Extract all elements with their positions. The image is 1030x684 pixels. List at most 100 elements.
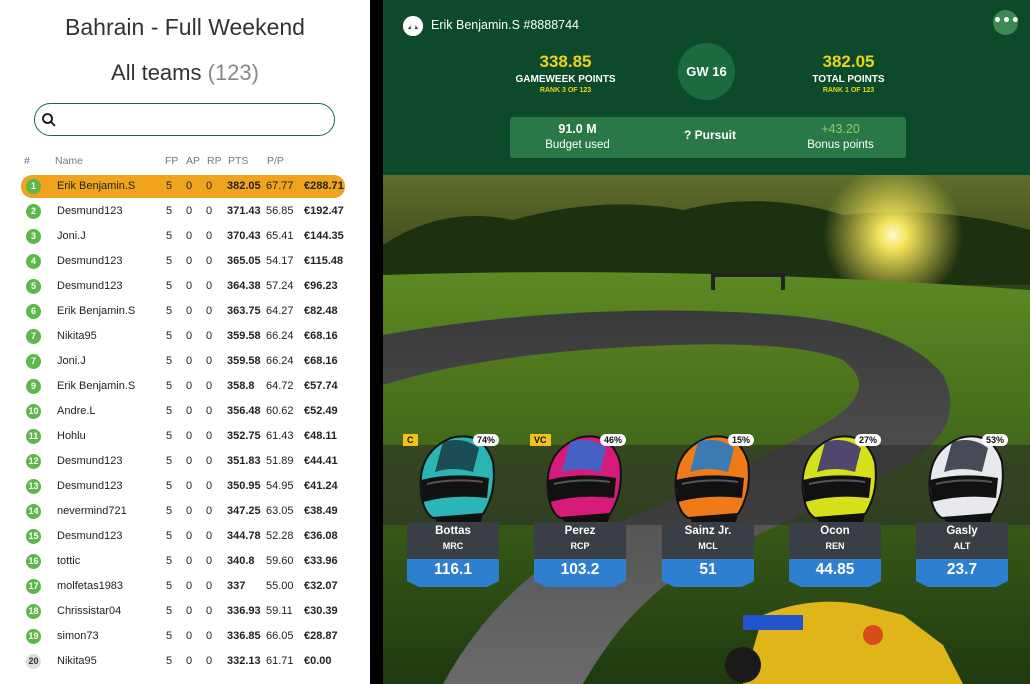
rp-value: 0 (206, 380, 213, 392)
col-pts: PTS (228, 155, 249, 167)
driver-team: RCP (570, 541, 590, 551)
table-row[interactable]: 3 Joni.J 5 0 0 370.43 65.41 €144.35 (21, 225, 345, 248)
table-row[interactable]: 5 Desmund123 5 0 0 364.38 57.24 €96.23 (21, 275, 345, 298)
pp-value: 59.60 (266, 555, 294, 567)
col-name: Name (55, 155, 84, 167)
table-row[interactable]: 17 molfetas1983 5 0 0 337 55.00 €32.07 (21, 575, 345, 598)
fp-value: 5 (166, 255, 173, 267)
points-value: 371.43 (227, 205, 261, 217)
points-value: 332.13 (227, 655, 261, 667)
points-value: 364.38 (227, 280, 261, 292)
page-title: Bahrain - Full Weekend (65, 14, 305, 40)
gameweek-rank: RANK 3 OF 123 (539, 87, 592, 94)
search-input[interactable] (34, 103, 335, 136)
rp-value: 0 (206, 530, 213, 542)
table-row[interactable]: 6 Erik Benjamin.S 5 0 0 363.75 64.27 €82.48 (21, 300, 345, 323)
table-row[interactable]: 10 Andre.L 5 0 0 356.48 60.62 €52.49 (21, 400, 345, 423)
total-rank: RANK 1 OF 123 (822, 87, 875, 94)
driver-card[interactable]: 74% C Bottas MRC 116.1 (403, 432, 499, 587)
table-row[interactable]: 13 Desmund123 5 0 0 350.95 54.95 €41.24 (21, 475, 345, 498)
prize-value: €82.48 (304, 305, 338, 317)
pp-value: 52.28 (266, 530, 294, 542)
ap-value: 0 (186, 380, 193, 392)
driver-card[interactable]: 27% Ocon REN 44.85 (789, 432, 881, 587)
pursuit-button[interactable]: ? Pursuit (645, 128, 775, 142)
team-name: simon73 (57, 630, 99, 642)
selection-percent: 15% (727, 434, 754, 446)
gameweek-points: 338.85 GAMEWEEK POINTS RANK 3 OF 123 (508, 52, 623, 94)
table-row[interactable]: 15 Desmund123 5 0 0 344.78 52.28 €36.08 (21, 525, 345, 548)
team-name: Joni.J (57, 230, 86, 242)
pp-value: 54.17 (266, 255, 294, 267)
table-row[interactable]: 7 Nikita95 5 0 0 359.58 66.24 €68.16 (21, 325, 345, 348)
ap-value: 0 (186, 655, 193, 667)
rp-value: 0 (206, 505, 213, 517)
fp-value: 5 (166, 505, 173, 517)
col-rp: RP (207, 155, 222, 167)
driver-card[interactable]: 53% Gasly ALT 23.7 (916, 432, 1008, 587)
team-name: molfetas1983 (57, 580, 124, 592)
points-value: 351.83 (227, 455, 261, 467)
table-row[interactable]: 4 Desmund123 5 0 0 365.05 54.17 €115.48 (21, 250, 345, 273)
table-row[interactable]: 1 Erik Benjamin.S 5 0 0 382.05 67.77 €288.71 (21, 175, 345, 198)
team-name: Nikita95 (57, 330, 97, 342)
driver-points: 103.2 (534, 559, 626, 581)
rank-badge: 12 (26, 454, 41, 469)
gameweek-badge[interactable]: GW 16 (678, 43, 735, 100)
ap-value: 0 (186, 255, 193, 267)
team-name: Joni.J (57, 355, 86, 367)
points-value: 370.43 (227, 230, 261, 242)
pp-value: 57.24 (266, 280, 294, 292)
card-notch (789, 581, 881, 587)
rank-badge: 9 (26, 379, 41, 394)
fp-value: 5 (166, 205, 173, 217)
table-row[interactable]: 20 Nikita95 5 0 0 332.13 61.71 €0.00 (21, 650, 345, 673)
rank-badge: 3 (26, 229, 41, 244)
pp-value: 55.00 (266, 580, 294, 592)
prize-value: €0.00 (304, 655, 332, 667)
prize-value: €115.48 (304, 255, 344, 267)
prize-value: €36.08 (304, 530, 338, 542)
ap-value: 0 (186, 630, 193, 642)
card-notch (407, 581, 499, 587)
pp-value: 56.85 (266, 205, 294, 217)
table-row[interactable]: 18 Chrissistar04 5 0 0 336.93 59.11 €30.39 (21, 600, 345, 623)
ap-value: 0 (186, 555, 193, 567)
prize-value: €68.16 (304, 330, 338, 342)
table-row[interactable]: 2 Desmund123 5 0 0 371.43 56.85 €192.47 (21, 200, 345, 223)
table-row[interactable]: 12 Desmund123 5 0 0 351.83 51.89 €44.41 (21, 450, 345, 473)
fp-value: 5 (166, 580, 173, 592)
table-row[interactable]: 7 Joni.J 5 0 0 359.58 66.24 €68.16 (21, 350, 345, 373)
rp-value: 0 (206, 430, 213, 442)
table-row[interactable]: 14 nevermind721 5 0 0 347.25 63.05 €38.49 (21, 500, 345, 523)
rp-value: 0 (206, 180, 213, 192)
pp-value: 51.89 (266, 455, 294, 467)
rank-badge: 11 (26, 429, 41, 444)
table-row[interactable]: 11 Hohlu 5 0 0 352.75 61.43 €48.11 (21, 425, 345, 448)
prize-value: €192.47 (304, 205, 344, 217)
ap-value: 0 (186, 405, 193, 417)
driver-card[interactable]: 15% Sainz Jr. MCL 51 (662, 432, 754, 587)
pp-value: 60.62 (266, 405, 294, 417)
points-value: 336.85 (227, 630, 261, 642)
driver-info: Gasly ALT (916, 522, 1008, 559)
table-header: # Name FP AP RP PTS P/P (0, 155, 370, 169)
rank-badge: 15 (26, 529, 41, 544)
rank-badge: 4 (26, 254, 41, 269)
more-menu-button[interactable]: ••• (993, 10, 1020, 35)
teams-subtitle: All teams (123) (0, 60, 370, 86)
pp-value: 64.72 (266, 380, 294, 392)
rank-badge: 17 (26, 579, 41, 594)
table-row[interactable]: 19 simon73 5 0 0 336.85 66.05 €28.87 (21, 625, 345, 648)
driver-card[interactable]: 46% VC Perez RCP 103.2 (530, 432, 626, 587)
table-row[interactable]: 16 tottic 5 0 0 340.8 59.60 €33.96 (21, 550, 345, 573)
pp-value: 64.27 (266, 305, 294, 317)
points-value: 340.8 (227, 555, 255, 567)
rank-badge: 5 (26, 279, 41, 294)
rp-value: 0 (206, 255, 213, 267)
driver-team: MCL (698, 541, 718, 551)
table-row[interactable]: 9 Erik Benjamin.S 5 0 0 358.8 64.72 €57.74 (21, 375, 345, 398)
ap-value: 0 (186, 505, 193, 517)
race-track-background (383, 175, 1030, 684)
selection-percent: 27% (854, 434, 881, 446)
